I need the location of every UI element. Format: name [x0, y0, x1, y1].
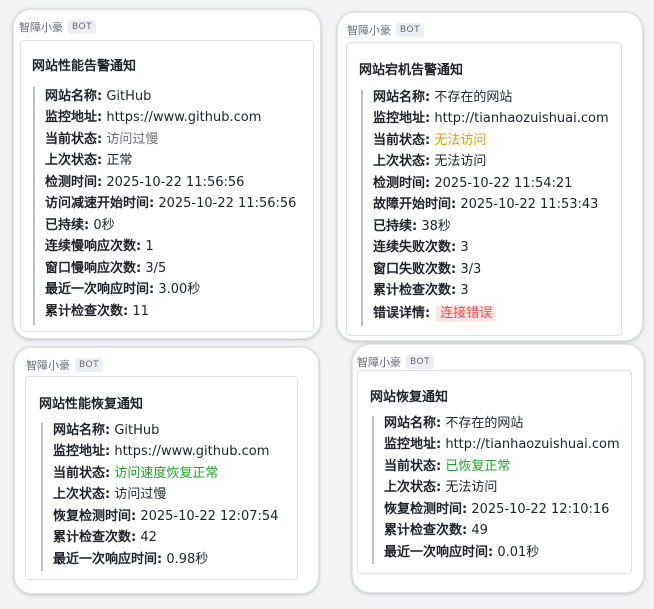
detail-row: 网站名称: 不存在的网站: [373, 90, 513, 105]
card-header: 智障小豪 BOT: [19, 19, 320, 35]
detail-row: 上次状态: 无法访问: [384, 480, 498, 495]
detail-row: 当前状态: 访问过慢: [45, 132, 159, 147]
detail-row: 累计检查次数: 3: [373, 283, 469, 298]
details-block: 网站名称: 不存在的网站 监控地址: http://tianhaozuishua…: [372, 416, 629, 564]
detail-row: 恢复检测时间: 2025-10-22 12:07:54: [53, 509, 279, 524]
detail-row: 已持续: 0秒: [45, 218, 115, 233]
message-content: 网站性能恢复通知 网站名称: GitHub 监控地址: https://www.…: [25, 376, 298, 580]
detail-row: 网站名称: GitHub: [45, 89, 152, 104]
detail-row: 连续失败次数: 3: [373, 240, 469, 255]
detail-row: 最近一次响应时间: 3.00秒: [45, 282, 201, 297]
detail-row: 连续慢响应次数: 1: [45, 239, 154, 254]
detail-row: 上次状态: 无法访问: [373, 154, 487, 169]
card-header: 智障小豪 BOT: [357, 354, 643, 370]
details-block: 网站名称: GitHub 监控地址: https://www.github.co…: [41, 423, 293, 571]
monitor-url-link[interactable]: https://www.github.com: [114, 444, 269, 459]
message-content: 网站宕机告警通知 网站名称: 不存在的网站 监控地址: http://tianh…: [346, 42, 622, 336]
details-block: 网站名称: 不存在的网站 监控地址: http://tianhaozuishua…: [361, 90, 621, 326]
bot-badge: BOT: [406, 355, 435, 369]
bot-name[interactable]: 智障小豪: [26, 357, 70, 373]
detail-row: 累计检查次数: 42: [53, 530, 157, 545]
monitor-url-link[interactable]: http://tianhaozuishuai.com: [445, 437, 619, 452]
detail-row: 恢复检测时间: 2025-10-22 12:10:16: [384, 502, 610, 517]
status-value: 访问过慢: [106, 132, 159, 147]
notification-card-downtime-alert: 智障小豪 BOT 网站宕机告警通知 网站名称: 不存在的网站 监控地址: htt…: [337, 12, 643, 341]
detail-row: 访问减速开始时间: 2025-10-22 11:56:56: [45, 196, 297, 211]
notification-card-recovery: 智障小豪 BOT 网站恢复通知 网站名称: 不存在的网站 监控地址: http:…: [352, 344, 644, 593]
detail-row: 检测时间: 2025-10-22 11:54:21: [373, 176, 573, 191]
detail-row: 上次状态: 正常: [45, 153, 133, 168]
bot-name[interactable]: 智障小豪: [357, 354, 401, 370]
bot-name[interactable]: 智障小豪: [19, 19, 63, 35]
bot-badge: BOT: [75, 358, 104, 372]
message-content: 网站恢复通知 网站名称: 不存在的网站 监控地址: http://tianhao…: [357, 370, 632, 574]
detail-row: 最近一次响应时间: 0.98秒: [53, 552, 209, 567]
detail-row: 监控地址: https://www.github.com: [45, 110, 262, 125]
error-detail-tag: 连接错误: [436, 305, 497, 322]
bot-name[interactable]: 智障小豪: [347, 22, 391, 38]
detail-row: 检测时间: 2025-10-22 11:56:56: [45, 175, 245, 190]
detail-row: 当前状态: 无法访问: [373, 133, 487, 148]
detail-row: 故障开始时间: 2025-10-22 11:53:43: [373, 197, 599, 212]
card-title: 网站性能恢复通知: [39, 397, 144, 412]
card-title: 网站性能告警通知: [32, 59, 137, 74]
detail-row: 当前状态: 已恢复正常: [384, 459, 511, 474]
detail-row: 累计检查次数: 11: [45, 304, 149, 319]
card-header: 智障小豪 BOT: [26, 357, 318, 373]
detail-row: 网站名称: GitHub: [53, 423, 160, 438]
detail-row: 监控地址: http://tianhaozuishuai.com: [384, 437, 620, 452]
detail-row: 当前状态: 访问速度恢复正常: [53, 466, 219, 481]
message-content: 网站性能告警通知 网站名称: GitHub 监控地址: https://www.…: [20, 40, 314, 332]
detail-row: 错误详情: 连接错误: [373, 305, 497, 322]
status-value: 访问速度恢复正常: [114, 466, 219, 481]
detail-row: 网站名称: 不存在的网站: [384, 416, 524, 431]
detail-row: 监控地址: http://tianhaozuishuai.com: [373, 111, 609, 126]
details-block: 网站名称: GitHub 监控地址: https://www.github.co…: [33, 87, 305, 325]
card-header: 智障小豪 BOT: [347, 22, 642, 38]
monitor-url-link[interactable]: https://www.github.com: [106, 110, 261, 125]
card-title: 网站恢复通知: [370, 390, 449, 405]
detail-row: 已持续: 38秒: [373, 219, 451, 234]
detail-row: 累计检查次数: 49: [384, 523, 488, 538]
bot-badge: BOT: [68, 20, 97, 34]
status-value: 已恢复正常: [445, 459, 511, 474]
detail-row: 窗口慢响应次数: 3/5: [45, 261, 167, 276]
bot-badge: BOT: [396, 23, 425, 37]
detail-row: 窗口失败次数: 3/3: [373, 262, 482, 277]
monitor-url-link[interactable]: http://tianhaozuishuai.com: [434, 111, 608, 126]
detail-row: 上次状态: 访问过慢: [53, 487, 167, 502]
status-value: 无法访问: [434, 133, 487, 148]
detail-row: 监控地址: https://www.github.com: [53, 444, 270, 459]
card-title: 网站宕机告警通知: [359, 63, 464, 78]
detail-row: 最近一次响应时间: 0.01秒: [384, 545, 540, 560]
notification-card-performance-recovery: 智障小豪 BOT 网站性能恢复通知 网站名称: GitHub 监控地址: htt…: [14, 347, 319, 594]
notification-card-performance-alert: 智障小豪 BOT 网站性能告警通知 网站名称: GitHub 监控地址: htt…: [13, 9, 321, 339]
